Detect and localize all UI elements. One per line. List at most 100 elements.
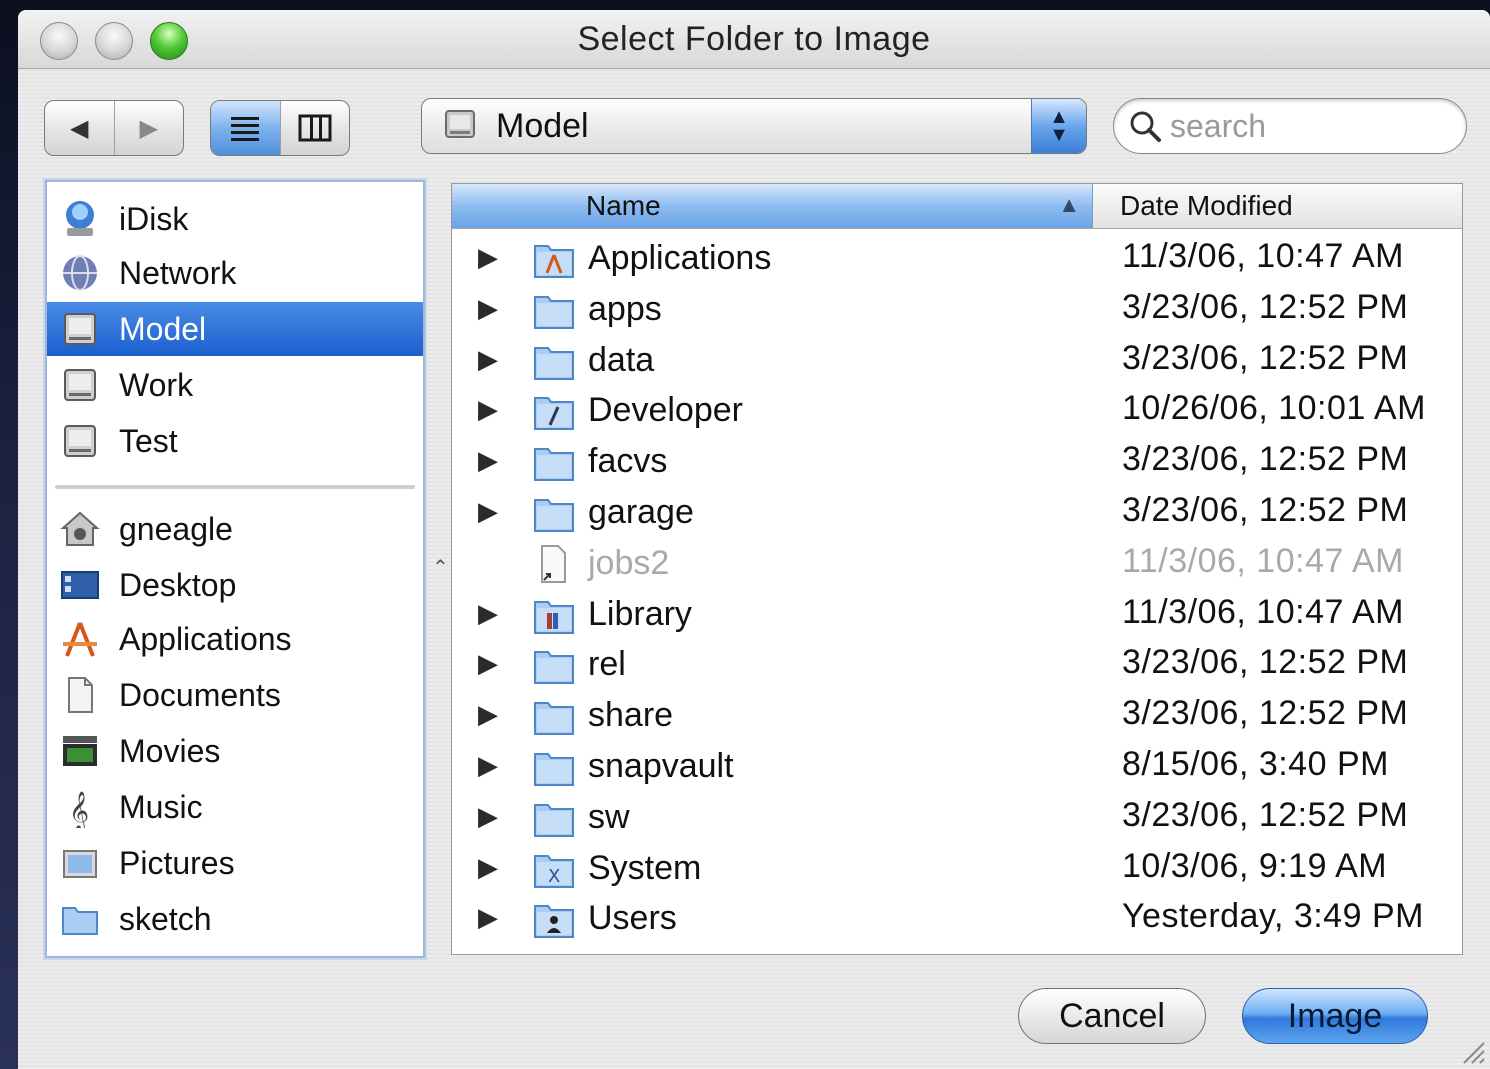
- forward-button[interactable]: ▶: [115, 101, 184, 155]
- sidebar-item-label: Network: [119, 254, 237, 291]
- resize-grip-icon[interactable]: [1460, 1039, 1486, 1065]
- disclosure-triangle-icon[interactable]: ▶: [478, 242, 498, 273]
- movies-icon: [63, 736, 97, 766]
- title-bar[interactable]: Select Folder to Image: [18, 10, 1490, 69]
- disclosure-triangle-icon[interactable]: ▶: [478, 750, 498, 781]
- sidebar-item-music[interactable]: 𝄞 Music: [47, 780, 423, 834]
- file-name: garage: [588, 493, 694, 531]
- file-name: rel: [588, 645, 626, 684]
- disclosure-triangle-icon[interactable]: ▶: [478, 699, 498, 730]
- sidebar: iDisk Network Model Work Test gneagle De…: [45, 180, 425, 958]
- file-date-modified: 3/23/06, 12:52 PM: [1122, 287, 1409, 326]
- hard-disk-icon: [64, 369, 96, 401]
- name-column-header[interactable]: Name ▲: [452, 184, 1093, 228]
- table-row[interactable]: ▶ snapvault 8/15/06, 3:40 PM: [452, 742, 1462, 792]
- sidebar-item-desktop[interactable]: Desktop: [47, 558, 423, 612]
- disclosure-triangle-icon[interactable]: ▶: [478, 648, 498, 679]
- sidebar-item-movies[interactable]: Movies: [47, 724, 423, 778]
- table-row[interactable]: ▶ rel 3/23/06, 12:52 PM: [452, 640, 1462, 690]
- sidebar-item-documents[interactable]: Documents: [47, 668, 423, 722]
- sidebar-splitter-handle[interactable]: ⌃: [432, 555, 449, 580]
- file-name: share: [588, 696, 674, 735]
- file-date-modified: 3/23/06, 12:52 PM: [1122, 643, 1409, 682]
- sidebar-item-model[interactable]: Model: [47, 302, 423, 356]
- hard-disk-icon: [445, 110, 475, 138]
- disclosure-triangle-icon[interactable]: ▶: [478, 445, 498, 476]
- sidebar-item-network[interactable]: Network: [47, 246, 423, 300]
- file-date-modified: 3/23/06, 12:52 PM: [1122, 338, 1409, 377]
- table-row[interactable]: ▶ data 3/23/06, 12:52 PM: [452, 336, 1462, 386]
- sidebar-item-sketch[interactable]: sketch: [47, 892, 423, 946]
- folder-icon: [534, 499, 574, 532]
- list-view-button[interactable]: [211, 101, 281, 155]
- file-name: Users: [588, 899, 677, 938]
- location-popup[interactable]: Model ▲ ▼: [421, 98, 1087, 154]
- sidebar-item-applications[interactable]: Applications: [47, 612, 423, 666]
- file-date-modified: Yesterday, 3:49 PM: [1122, 897, 1424, 936]
- sidebar-item-label: Desktop: [119, 566, 237, 603]
- file-name: Developer: [588, 391, 743, 430]
- disclosure-triangle-icon[interactable]: ▶: [478, 852, 498, 883]
- sidebar-item-label: Pictures: [119, 844, 235, 881]
- hard-disk-icon: [64, 313, 96, 345]
- image-button[interactable]: Image: [1242, 988, 1428, 1044]
- sidebar-divider[interactable]: [55, 485, 415, 489]
- view-mode-control: [210, 100, 350, 156]
- sidebar-item-label: Test: [119, 422, 178, 459]
- table-row[interactable]: ▶ X System 10/3/06, 9:19 AM: [452, 844, 1462, 894]
- list-header: Name ▲ Date Modified: [452, 184, 1462, 229]
- alias-file-icon: [541, 544, 566, 583]
- file-name: sw: [588, 797, 630, 836]
- sidebar-item-test[interactable]: Test: [47, 414, 423, 468]
- table-row[interactable]: ▶ Users Yesterday, 3:49 PM: [452, 894, 1462, 944]
- search-input[interactable]: [1168, 105, 1452, 147]
- file-name: Library: [588, 594, 692, 633]
- disclosure-triangle-icon[interactable]: ▶: [478, 902, 498, 933]
- list-view-icon: [231, 117, 260, 141]
- file-name: jobs2: [588, 543, 670, 582]
- file-name: data: [588, 340, 655, 379]
- sidebar-item-gneagle[interactable]: gneagle: [47, 502, 423, 556]
- sidebar-item-label: Applications: [119, 620, 292, 657]
- table-row[interactable]: ▶ apps 3/23/06, 12:52 PM: [452, 285, 1462, 335]
- table-row[interactable]: ▶ garage 3/23/06, 12:52 PM: [452, 488, 1462, 538]
- disclosure-triangle-icon[interactable]: ▶: [478, 801, 498, 832]
- table-row[interactable]: ▶ Developer 10/26/06, 10:01 AM: [452, 386, 1462, 436]
- sidebar-item-work[interactable]: Work: [47, 358, 423, 412]
- disclosure-triangle-icon[interactable]: ▶: [478, 598, 498, 629]
- search-icon: [1130, 111, 1161, 142]
- file-date-modified: 11/3/06, 10:47 AM: [1122, 237, 1404, 275]
- file-date-modified: 3/23/06, 12:52 PM: [1122, 694, 1409, 733]
- sidebar-item-idisk[interactable]: iDisk: [47, 192, 423, 246]
- table-row[interactable]: ▶ share 3/23/06, 12:52 PM: [452, 691, 1462, 741]
- table-row[interactable]: ▶ Library 11/3/06, 10:47 AM: [452, 590, 1462, 640]
- file-date-modified: 10/26/06, 10:01 AM: [1122, 389, 1426, 428]
- disclosure-triangle-icon[interactable]: ▶: [478, 394, 498, 425]
- sidebar-item-pictures[interactable]: Pictures: [47, 836, 423, 890]
- disclosure-triangle-icon[interactable]: ▶: [478, 496, 498, 527]
- window-title: Select Folder to Image: [577, 20, 931, 58]
- cancel-button[interactable]: Cancel: [1018, 988, 1206, 1044]
- disclosure-triangle-icon[interactable]: ▶: [478, 293, 498, 324]
- file-date-modified: 11/3/06, 10:47 AM: [1122, 541, 1404, 580]
- disclosure-triangle-icon[interactable]: ▶: [478, 344, 498, 375]
- file-date-modified: 10/3/06, 9:19 AM: [1122, 846, 1388, 885]
- table-row[interactable]: ▶ facvs 3/23/06, 12:52 PM: [452, 437, 1462, 487]
- sidebar-item-label: gneagle: [119, 510, 233, 547]
- table-row[interactable]: ▶ sw 3/23/06, 12:52 PM: [452, 793, 1462, 843]
- file-name: Applications: [588, 239, 772, 277]
- column-view-button[interactable]: [281, 101, 350, 155]
- svg-text:X: X: [548, 866, 560, 887]
- file-name: facvs: [588, 442, 668, 481]
- file-date-modified: 3/23/06, 12:52 PM: [1122, 491, 1409, 529]
- file-list: Name ▲ Date Modified ▶ Applications 11/3/0…: [451, 183, 1463, 955]
- sidebar-item-label: Movies: [119, 732, 221, 769]
- folder-icon: [534, 702, 574, 736]
- date-modified-column-header[interactable]: Date Modified: [1120, 190, 1293, 222]
- table-row[interactable]: ▶ Applications 11/3/06, 10:47 AM: [452, 234, 1462, 284]
- forward-arrow-icon: ▶: [139, 114, 158, 142]
- back-button[interactable]: ◀: [45, 101, 115, 155]
- home-icon: [60, 511, 100, 546]
- column-view-icon: [298, 114, 332, 142]
- pictures-icon: [63, 850, 97, 878]
